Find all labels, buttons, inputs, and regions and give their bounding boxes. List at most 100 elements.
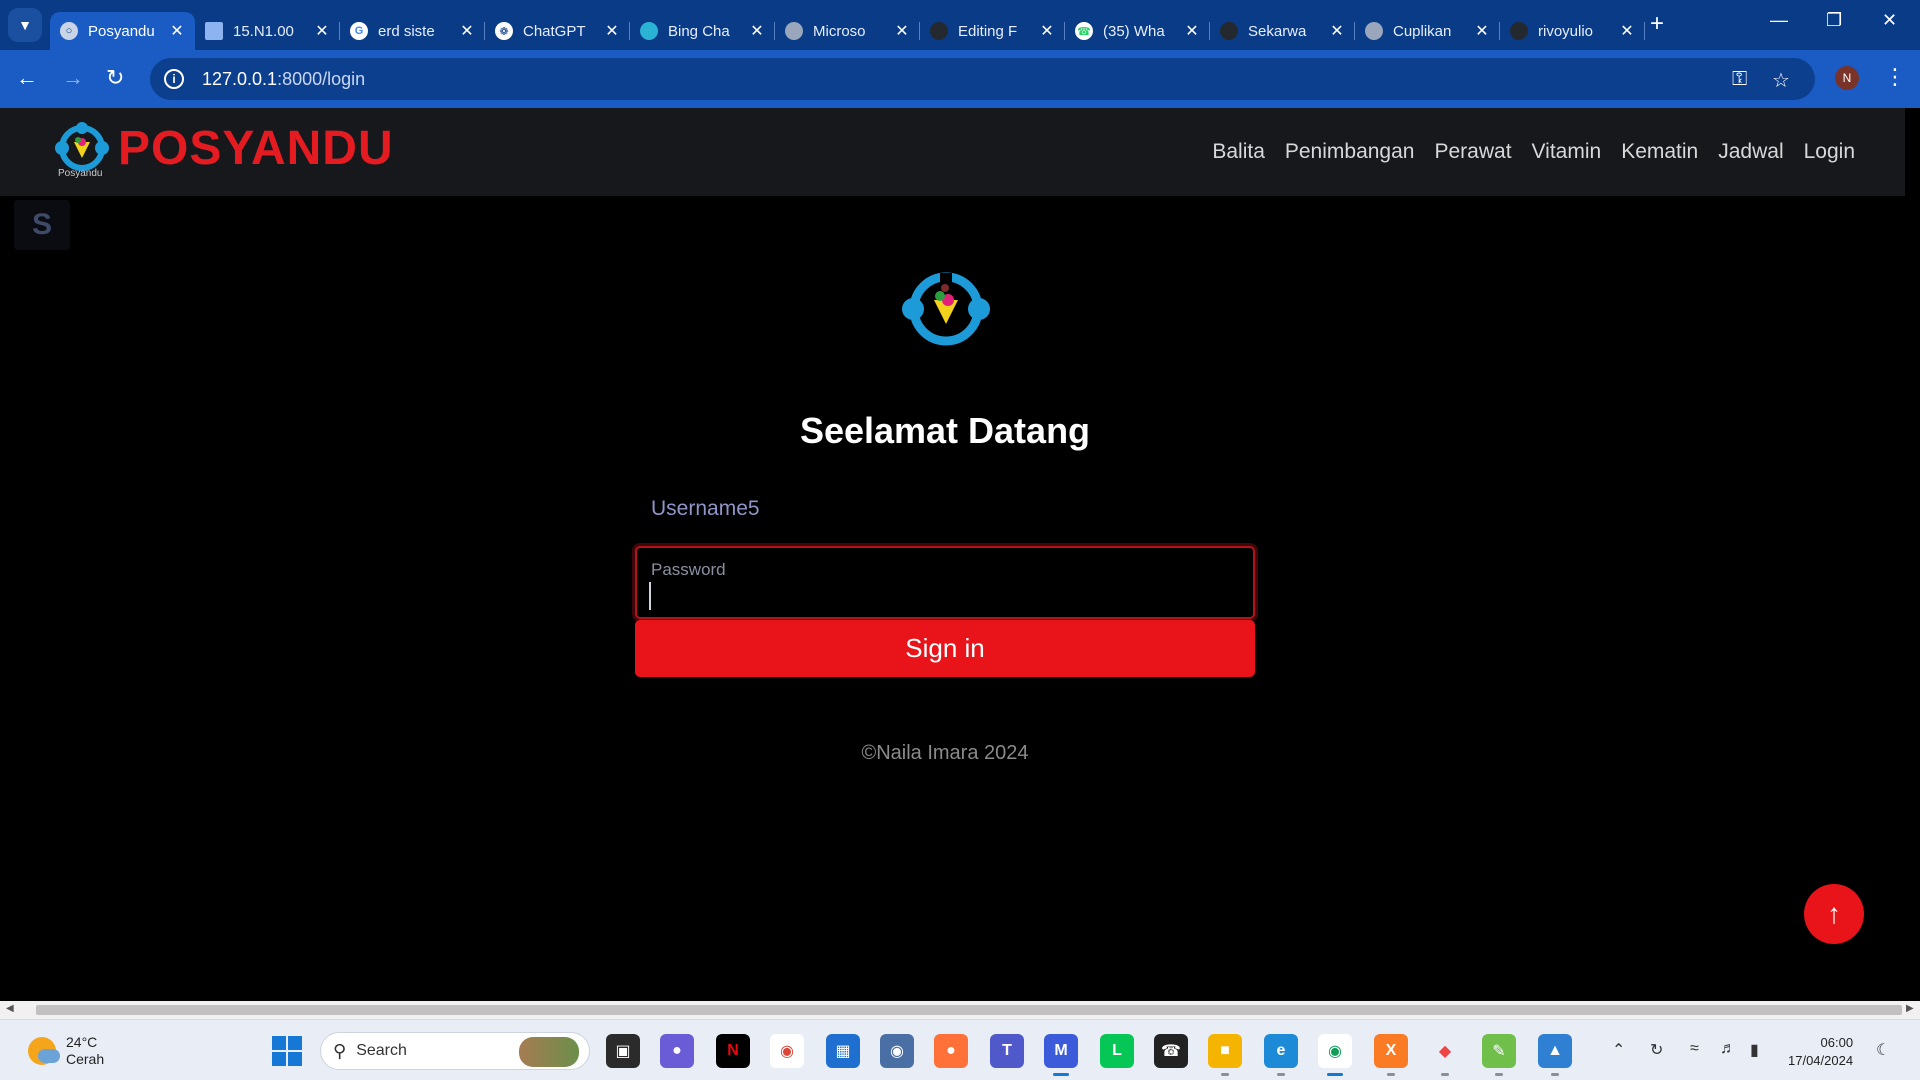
scrollbar-thumb[interactable] xyxy=(36,1005,1902,1015)
close-icon[interactable]: ✕ xyxy=(894,21,910,41)
camera-icon[interactable]: ◉ xyxy=(880,1034,914,1068)
clock-date: 17/04/2024 xyxy=(1788,1053,1854,1068)
close-icon[interactable]: ✕ xyxy=(1184,21,1200,41)
line-icon[interactable]: L xyxy=(1100,1034,1134,1068)
firefox-icon[interactable]: ● xyxy=(934,1034,968,1068)
chrome-icon[interactable]: ◉ xyxy=(770,1034,804,1068)
close-icon[interactable]: ✕ xyxy=(459,21,475,41)
whatsapp-icon: ☎ xyxy=(1075,22,1093,40)
taskbar-search[interactable]: ⚲ Search xyxy=(320,1032,590,1070)
close-icon[interactable]: ✕ xyxy=(314,21,330,41)
tab-title: Bing Cha xyxy=(668,22,730,40)
username-field-label[interactable]: Username5 xyxy=(651,497,760,521)
tab-cuplikan[interactable]: Cuplikan ✕ xyxy=(1355,12,1500,50)
close-icon[interactable]: ✕ xyxy=(749,21,765,41)
site-navbar: POSYANDU Posyandu Balita Penimbangan Per… xyxy=(0,108,1905,196)
tab-whatsapp[interactable]: ☎ (35) Wha ✕ xyxy=(1065,12,1210,50)
notification-bell-icon[interactable]: ☾ xyxy=(1876,1040,1890,1060)
close-icon[interactable]: ✕ xyxy=(1474,21,1490,41)
close-icon[interactable]: ✕ xyxy=(604,21,620,41)
menu-item-jadwal[interactable]: Jadwal xyxy=(1718,140,1783,164)
password-key-icon[interactable]: ⚿ xyxy=(1732,68,1747,91)
clock-time: 06:00 xyxy=(1820,1035,1854,1050)
start-button[interactable] xyxy=(272,1036,302,1066)
photos-icon[interactable]: ▲ xyxy=(1538,1034,1572,1076)
wifi-icon[interactable]: ≈ xyxy=(1690,1040,1699,1058)
tab-title: rivoyulio xyxy=(1538,22,1594,40)
minimize-button[interactable]: — xyxy=(1770,10,1788,31)
system-clock[interactable]: 06:00 17/04/2024 xyxy=(1788,1034,1853,1070)
tab-separator xyxy=(1644,22,1645,40)
close-icon[interactable]: ✕ xyxy=(169,21,185,41)
password-input[interactable] xyxy=(649,582,1239,610)
tab-chatgpt[interactable]: ❁ ChatGPT ✕ xyxy=(485,12,630,50)
file-explorer-icon[interactable]: ■ xyxy=(1208,1034,1242,1076)
app-diamond-icon[interactable]: ◆ xyxy=(1428,1034,1462,1076)
microsoft-store-icon[interactable]: ▦ xyxy=(826,1034,860,1068)
edge-icon[interactable]: e xyxy=(1264,1034,1298,1076)
brand-link[interactable]: POSYANDU xyxy=(54,120,394,176)
password-field-label: Password xyxy=(651,560,726,579)
sign-in-button[interactable]: Sign in xyxy=(635,620,1255,677)
url-text[interactable]: 127.0.0.1:8000/login xyxy=(202,69,365,90)
tab-google-search[interactable]: G erd siste ✕ xyxy=(340,12,485,50)
tab-microsoft[interactable]: Microso ✕ xyxy=(775,12,920,50)
volume-icon[interactable]: ♬ xyxy=(1720,1040,1736,1058)
menu-item-vitamin[interactable]: Vitamin xyxy=(1532,140,1602,164)
chrome-profile-icon[interactable]: ◉ xyxy=(1318,1034,1352,1076)
password-field[interactable]: Password xyxy=(635,546,1255,619)
windows-taskbar: 24°C Cerah ⚲ Search ▣ ● N ◉ ▦ ◉ ● T M L … xyxy=(0,1019,1920,1080)
tab-github-rivoyulio[interactable]: rivoyulio ✕ xyxy=(1500,12,1645,50)
tab-posyandu[interactable]: ○ Posyandu ✕ xyxy=(50,12,195,50)
netflix-icon[interactable]: N xyxy=(716,1034,750,1068)
close-icon[interactable]: ✕ xyxy=(1619,21,1635,41)
github-icon xyxy=(1220,22,1238,40)
tab-bing-chat[interactable]: Bing Cha ✕ xyxy=(630,12,775,50)
new-tab-button[interactable]: + xyxy=(1650,12,1664,36)
site-info-icon[interactable]: i xyxy=(164,69,184,89)
tab-document[interactable]: 15.N1.00 ✕ xyxy=(195,12,340,50)
google-icon: G xyxy=(350,22,368,40)
profile-avatar[interactable]: N xyxy=(1835,66,1859,90)
menu-item-perawat[interactable]: Perawat xyxy=(1434,140,1511,164)
reload-button[interactable]: ↻ xyxy=(106,66,124,90)
menu-item-kematin[interactable]: Kematin xyxy=(1621,140,1698,164)
close-icon[interactable]: ✕ xyxy=(1329,21,1345,41)
browser-menu-icon[interactable]: ⋮ xyxy=(1884,64,1906,90)
copyright-footer: ©Naila Imara 2024 xyxy=(861,742,1029,764)
document-icon xyxy=(205,22,223,40)
menu-item-balita[interactable]: Balita xyxy=(1212,140,1265,164)
menu-item-penimbangan[interactable]: Penimbangan xyxy=(1285,140,1415,164)
url-bar[interactable]: i 127.0.0.1:8000/login ⚿ ☆ xyxy=(150,58,1815,100)
chevron-up-icon[interactable]: ⌃ xyxy=(1612,1040,1625,1060)
xampp-icon[interactable]: X xyxy=(1374,1034,1408,1076)
back-to-top-button[interactable]: ↑ xyxy=(1804,884,1864,944)
globe-icon xyxy=(1365,22,1383,40)
menu-item-login[interactable]: Login xyxy=(1804,140,1855,164)
close-window-button[interactable]: ✕ xyxy=(1882,10,1897,31)
close-icon[interactable]: ✕ xyxy=(1039,21,1055,41)
plus-icon: + xyxy=(1650,10,1665,37)
tab-search-button[interactable]: ▼ xyxy=(8,8,42,42)
bookmark-star-icon[interactable]: ☆ xyxy=(1772,68,1790,93)
back-button[interactable]: ← xyxy=(16,66,38,90)
task-view-icon[interactable]: ▣ xyxy=(606,1034,640,1068)
arrow-right-icon: → xyxy=(62,65,84,90)
teams-icon[interactable]: T xyxy=(990,1034,1024,1068)
sync-icon[interactable]: ↻ xyxy=(1650,1040,1663,1060)
teams-chat-icon[interactable]: ● xyxy=(660,1034,694,1068)
tab-github-sekarwa[interactable]: Sekarwa ✕ xyxy=(1210,12,1355,50)
horizontal-scrollbar[interactable]: ◀ ▶ xyxy=(0,1001,1920,1019)
weather-widget[interactable]: 24°C Cerah xyxy=(28,1034,104,1068)
tab-github-editing[interactable]: Editing F ✕ xyxy=(920,12,1065,50)
restore-button[interactable]: ❐ xyxy=(1826,10,1842,31)
battery-icon[interactable]: ▮ xyxy=(1750,1040,1759,1060)
floating-extension-icon[interactable]: S xyxy=(14,200,70,250)
vscode-like-editor-icon[interactable]: M xyxy=(1044,1034,1078,1076)
notepad-icon[interactable]: ✎ xyxy=(1482,1034,1516,1076)
forward-button[interactable]: → xyxy=(62,66,84,90)
scroll-left-icon[interactable]: ◀ xyxy=(6,1003,14,1014)
whatsapp-icon[interactable]: ☎ xyxy=(1154,1034,1188,1068)
github-icon xyxy=(1510,22,1528,40)
scroll-right-icon[interactable]: ▶ xyxy=(1906,1003,1914,1014)
